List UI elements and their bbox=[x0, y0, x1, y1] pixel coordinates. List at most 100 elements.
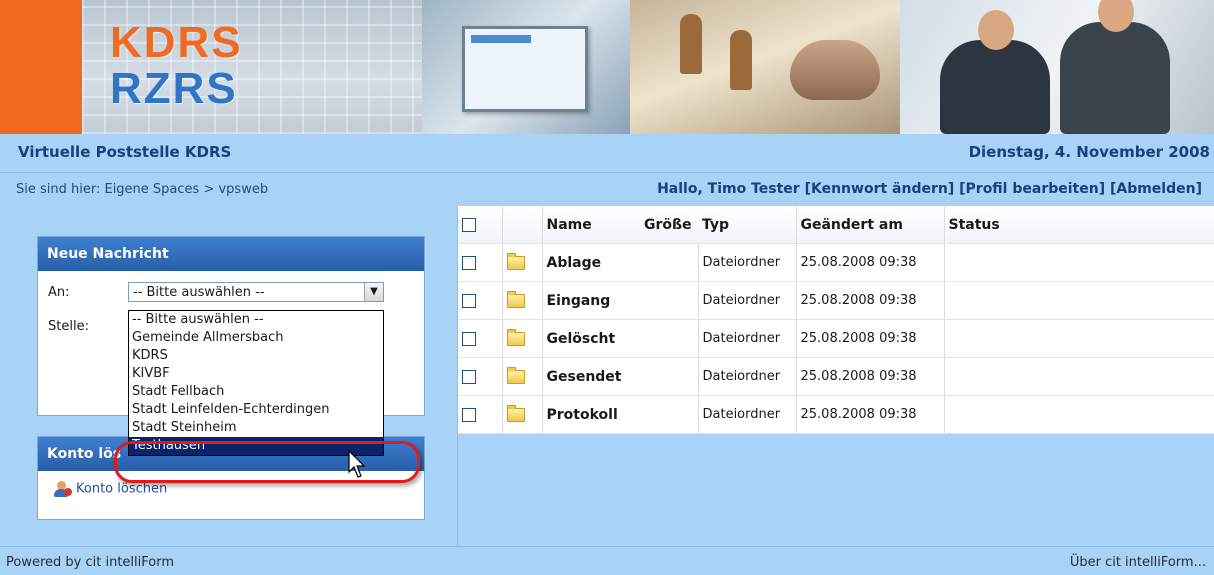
row-checkbox[interactable] bbox=[462, 369, 476, 384]
app-title: Virtuelle Poststelle KDRS bbox=[18, 143, 232, 161]
row-select-cell bbox=[458, 357, 502, 396]
file-modified: 25.08.2008 09:38 bbox=[795, 281, 944, 320]
file-type: Dateiordner bbox=[697, 395, 796, 434]
file-list-empty-area bbox=[458, 434, 1214, 546]
row-checkbox[interactable] bbox=[462, 255, 476, 270]
kdrs-rzrs-logo: KDRS RZRS bbox=[110, 20, 260, 120]
column-header-status[interactable]: Status bbox=[943, 206, 1214, 244]
greeting: Hallo, Timo Tester bbox=[657, 181, 800, 197]
column-header-size[interactable]: Größe bbox=[640, 206, 698, 244]
row-icon-cell bbox=[501, 243, 542, 282]
dropdown-option[interactable]: Stadt Leinfelden-Echterdingen bbox=[129, 401, 383, 419]
row-checkbox[interactable] bbox=[462, 293, 476, 308]
file-modified: 25.08.2008 09:38 bbox=[795, 243, 944, 282]
table-row[interactable]: Eingang Dateiordner 25.08.2008 09:38 bbox=[458, 281, 1214, 320]
banner-photo-computer bbox=[422, 0, 630, 134]
file-size bbox=[640, 243, 698, 282]
row-icon-cell bbox=[501, 395, 542, 434]
delete-user-icon bbox=[54, 481, 72, 497]
dropdown-option[interactable]: Stadt Steinheim bbox=[129, 419, 383, 437]
file-name[interactable]: Ablage bbox=[541, 243, 640, 282]
file-status bbox=[943, 319, 1214, 358]
file-size bbox=[640, 281, 698, 320]
row-icon-cell bbox=[501, 319, 542, 358]
recipient-select[interactable]: -- Bitte auswählen -- ▼ bbox=[128, 282, 384, 302]
mouse-cursor-icon bbox=[348, 450, 366, 478]
file-type: Dateiordner bbox=[697, 357, 796, 396]
file-type: Dateiordner bbox=[697, 319, 796, 358]
file-name[interactable]: Gelöscht bbox=[541, 319, 640, 358]
file-name[interactable]: Eingang bbox=[541, 281, 640, 320]
banner-photo-business-people bbox=[900, 0, 1214, 134]
logout-link[interactable]: [Abmelden] bbox=[1110, 181, 1202, 197]
banner-orange-strip bbox=[0, 0, 82, 134]
file-size bbox=[640, 357, 698, 396]
to-label: An: bbox=[48, 285, 70, 300]
highlight-annotation bbox=[114, 441, 420, 483]
recipient-select-value: -- Bitte auswählen -- bbox=[133, 285, 265, 300]
table-row[interactable]: Gelöscht Dateiordner 25.08.2008 09:38 bbox=[458, 319, 1214, 358]
dropdown-option[interactable]: KIVBF bbox=[129, 365, 383, 383]
row-icon-cell bbox=[501, 357, 542, 396]
table-header-row: Name Größe Typ Geändert am Status bbox=[458, 206, 1214, 244]
file-modified: 25.08.2008 09:38 bbox=[795, 395, 944, 434]
file-modified: 25.08.2008 09:38 bbox=[795, 319, 944, 358]
folder-icon bbox=[506, 328, 525, 346]
new-message-title: Neue Nachricht bbox=[38, 237, 424, 271]
logo-kdrs: KDRS bbox=[110, 18, 243, 67]
file-status bbox=[943, 357, 1214, 396]
dropdown-option[interactable]: -- Bitte auswählen -- bbox=[129, 311, 383, 329]
chevron-down-icon[interactable]: ▼ bbox=[364, 283, 383, 301]
file-name[interactable]: Protokoll bbox=[541, 395, 640, 434]
about-link[interactable]: Über cit intelliForm... bbox=[1070, 555, 1206, 570]
nav-bar: Sie sind hier: Eigene Spaces > vpsweb Ha… bbox=[0, 172, 1214, 207]
header-banner: KDRS RZRS bbox=[0, 0, 1214, 134]
logo-rzrs: RZRS bbox=[110, 64, 238, 113]
icon-column-header bbox=[501, 206, 542, 244]
folder-icon bbox=[506, 252, 525, 270]
row-checkbox[interactable] bbox=[462, 407, 476, 422]
file-size bbox=[640, 319, 698, 358]
folder-icon bbox=[506, 290, 525, 308]
column-header-type[interactable]: Typ bbox=[698, 206, 796, 244]
column-header-name[interactable]: Name bbox=[541, 206, 640, 244]
title-bar: Virtuelle Poststelle KDRS Dienstag, 4. N… bbox=[0, 134, 1214, 172]
row-icon-cell bbox=[501, 281, 542, 320]
dropdown-option[interactable]: KDRS bbox=[129, 347, 383, 365]
banner-photo-stamps bbox=[630, 0, 900, 134]
file-status bbox=[943, 395, 1214, 434]
row-select-cell bbox=[458, 243, 502, 282]
select-all-checkbox[interactable] bbox=[462, 217, 476, 232]
table-row[interactable]: Gesendet Dateiordner 25.08.2008 09:38 bbox=[458, 357, 1214, 396]
column-header-modified[interactable]: Geändert am bbox=[795, 206, 944, 244]
dropdown-option[interactable]: Gemeinde Allmersbach bbox=[129, 329, 383, 347]
delete-account-link[interactable]: Konto löschen bbox=[54, 481, 167, 497]
row-select-cell bbox=[458, 319, 502, 358]
dropdown-option[interactable]: Stadt Fellbach bbox=[129, 383, 383, 401]
file-table: Name Größe Typ Geändert am Status Ablage… bbox=[458, 206, 1214, 434]
table-row[interactable]: Ablage Dateiordner 25.08.2008 09:38 bbox=[458, 243, 1214, 282]
delete-account-label: Konto löschen bbox=[76, 481, 168, 497]
footer: Powered by cit intelliForm Über cit inte… bbox=[0, 546, 1214, 575]
powered-by: Powered by cit intelliForm bbox=[6, 555, 174, 570]
file-modified: 25.08.2008 09:38 bbox=[795, 357, 944, 396]
select-all-cell bbox=[458, 206, 502, 244]
file-status bbox=[943, 281, 1214, 320]
recipient-dropdown-list[interactable]: -- Bitte auswählen -- Gemeinde Allmersba… bbox=[128, 310, 384, 456]
change-password-link[interactable]: [Kennwort ändern] bbox=[805, 181, 955, 197]
row-checkbox[interactable] bbox=[462, 331, 476, 346]
current-date: Dienstag, 4. November 2008 bbox=[968, 143, 1210, 161]
edit-profile-link[interactable]: [Profil bearbeiten] bbox=[959, 181, 1105, 197]
breadcrumb: Sie sind hier: Eigene Spaces > vpsweb bbox=[16, 182, 269, 197]
file-type: Dateiordner bbox=[697, 281, 796, 320]
table-row[interactable]: Protokoll Dateiordner 25.08.2008 09:38 bbox=[458, 395, 1214, 434]
file-status bbox=[943, 243, 1214, 282]
file-list: Name Größe Typ Geändert am Status Ablage… bbox=[458, 206, 1214, 434]
file-size bbox=[640, 395, 698, 434]
user-links: Hallo, Timo Tester [Kennwort ändern] [Pr… bbox=[657, 181, 1202, 197]
row-select-cell bbox=[458, 395, 502, 434]
folder-icon bbox=[506, 404, 525, 422]
file-type: Dateiordner bbox=[697, 243, 796, 282]
folder-icon bbox=[506, 366, 525, 384]
file-name[interactable]: Gesendet bbox=[541, 357, 640, 396]
